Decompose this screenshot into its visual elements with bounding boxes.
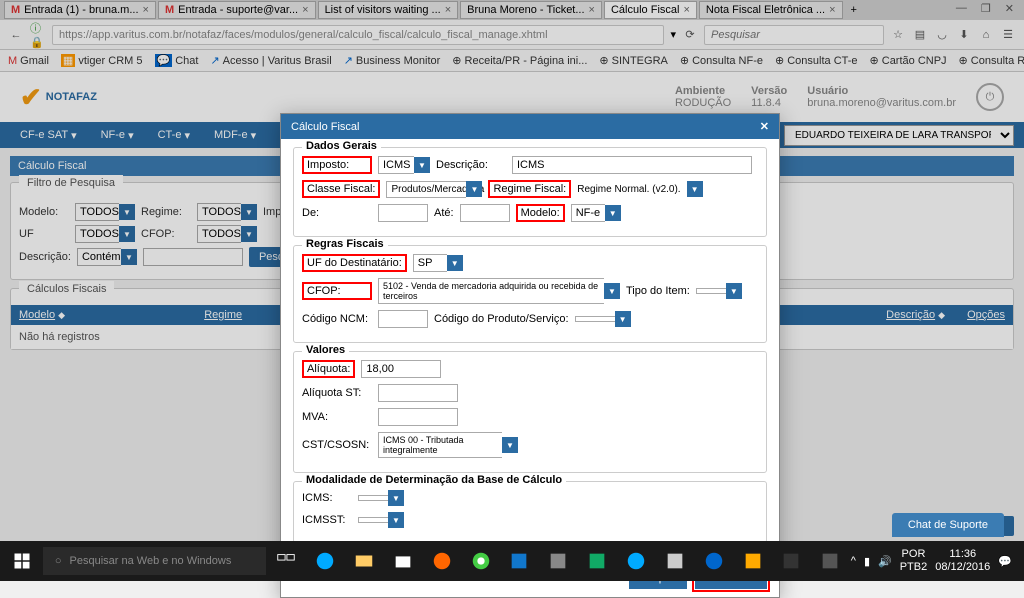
mva-input[interactable] — [378, 408, 458, 426]
classe-label: Classe Fiscal: — [302, 180, 380, 198]
modal-calculo-fiscal: Cálculo Fiscal ✕ Dados Gerais Imposto: I… — [280, 113, 780, 598]
tray-up-icon[interactable]: ^ — [851, 555, 856, 567]
chevron-down-icon[interactable]: ▼ — [388, 512, 404, 528]
kbd-label[interactable]: PTB2 — [900, 561, 928, 574]
mva-label: MVA: — [302, 411, 372, 423]
windows-icon — [13, 552, 31, 570]
de-label: De: — [302, 207, 372, 219]
chevron-down-icon[interactable]: ▼ — [414, 157, 430, 173]
chevron-down-icon[interactable]: ▼ — [615, 311, 631, 327]
tipo-select[interactable] — [696, 288, 726, 294]
fieldset-regras: Regras Fiscais UF do Destinatário: SP▼ C… — [293, 245, 767, 343]
aliquota-label: Alíquota: — [302, 360, 355, 378]
classe-select[interactable]: Produtos/Mercadoria — [386, 181, 466, 198]
app-skype[interactable] — [618, 541, 655, 581]
de-input[interactable] — [378, 204, 428, 222]
imposto-select[interactable]: ICMS — [378, 156, 414, 174]
cfop-select[interactable]: 5102 - Venda de mercadoria adquirida ou … — [378, 278, 604, 304]
valores-title: Valores — [302, 344, 349, 356]
chevron-down-icon[interactable]: ▼ — [388, 490, 404, 506]
date-label[interactable]: 08/12/2016 — [935, 561, 990, 574]
cfop-label: CFOP: — [302, 282, 372, 300]
aliquota-st-label: Alíquota ST: — [302, 387, 372, 399]
dados-gerais-title: Dados Gerais — [302, 140, 381, 152]
app-unknown-2[interactable] — [656, 541, 693, 581]
app-edge[interactable] — [307, 541, 344, 581]
cst-select[interactable]: ICMS 00 - Tributada integralmente — [378, 432, 502, 458]
regime-label: Regime Fiscal: — [488, 180, 571, 198]
modelo-select[interactable]: NF-e — [571, 204, 605, 222]
app-unknown-4[interactable] — [773, 541, 810, 581]
app-explorer[interactable] — [346, 541, 383, 581]
modelo-label: Modelo: — [516, 204, 565, 222]
volume-icon[interactable]: 🔊 — [878, 555, 892, 568]
app-teamviewer[interactable] — [695, 541, 732, 581]
app-excel[interactable] — [579, 541, 616, 581]
ate-input[interactable] — [460, 204, 510, 222]
prod-select[interactable] — [575, 316, 615, 322]
chevron-down-icon[interactable]: ▼ — [466, 181, 482, 197]
icms-select[interactable] — [358, 495, 388, 501]
task-view-icon[interactable] — [268, 541, 305, 581]
taskbar-search[interactable]: ○Pesquisar na Web e no Windows — [43, 547, 266, 575]
ncm-input[interactable] — [378, 310, 428, 328]
chevron-down-icon[interactable]: ▼ — [447, 255, 463, 271]
cst-label: CST/CSOSN: — [302, 439, 372, 451]
ate-label: Até: — [434, 207, 454, 219]
fieldset-modalidade: Modalidade de Determinação da Base de Cá… — [293, 481, 767, 543]
regras-title: Regras Fiscais — [302, 238, 388, 250]
icmsst-label: ICMSST: — [302, 514, 352, 526]
icmsst-select[interactable] — [358, 517, 388, 523]
taskbar: ○Pesquisar na Web e no Windows ^ ▮ 🔊 POR… — [0, 541, 1024, 581]
descricao-label: Descrição: — [436, 159, 506, 171]
uf-dest-select[interactable]: SP — [413, 254, 447, 272]
aliquota-st-input[interactable] — [378, 384, 458, 402]
search-icon: ○ — [55, 555, 62, 567]
uf-dest-label: UF do Destinatário: — [302, 254, 407, 272]
chevron-down-icon[interactable]: ▼ — [604, 283, 620, 299]
chevron-down-icon[interactable]: ▼ — [605, 205, 621, 221]
imposto-label: Imposto: — [302, 156, 372, 174]
app-chrome[interactable] — [462, 541, 499, 581]
app-store[interactable] — [384, 541, 421, 581]
start-button[interactable] — [4, 541, 41, 581]
fieldset-valores: Valores Alíquota: Alíquota ST: MVA: CST/… — [293, 351, 767, 473]
chat-widget[interactable]: Chat de Suporte — [892, 513, 1004, 537]
ncm-label: Código NCM: — [302, 313, 372, 325]
close-icon[interactable]: ✕ — [760, 120, 769, 133]
modalidade-title: Modalidade de Determinação da Base de Cá… — [302, 474, 566, 486]
app-outlook[interactable] — [501, 541, 538, 581]
prod-label: Código do Produto/Serviço: — [434, 313, 569, 325]
chevron-down-icon[interactable]: ▼ — [687, 181, 703, 197]
time-label[interactable]: 11:36 — [949, 548, 976, 561]
lang-label[interactable]: POR — [902, 548, 926, 561]
descricao-input[interactable] — [512, 156, 752, 174]
system-tray: ^ ▮ 🔊 PORPTB2 11:3608/12/2016 💬 — [851, 548, 1020, 574]
chevron-down-icon[interactable]: ▼ — [726, 283, 742, 299]
notifications-icon[interactable]: 💬 — [998, 555, 1012, 568]
app-unknown-1[interactable] — [540, 541, 577, 581]
app-firefox[interactable] — [423, 541, 460, 581]
aliquota-input[interactable] — [361, 360, 441, 378]
icms-label: ICMS: — [302, 492, 352, 504]
fieldset-dados-gerais: Dados Gerais Imposto: ICMS▼ Descrição: C… — [293, 147, 767, 237]
network-icon[interactable]: ▮ — [864, 555, 870, 568]
app-unknown-3[interactable] — [734, 541, 771, 581]
modal-title: Cálculo Fiscal — [291, 121, 359, 133]
app-unknown-5[interactable] — [812, 541, 849, 581]
chevron-down-icon[interactable]: ▼ — [502, 437, 518, 453]
tipo-label: Tipo do Item: — [626, 285, 690, 297]
regime-value: Regime Normal. (v2.0). — [577, 184, 680, 195]
